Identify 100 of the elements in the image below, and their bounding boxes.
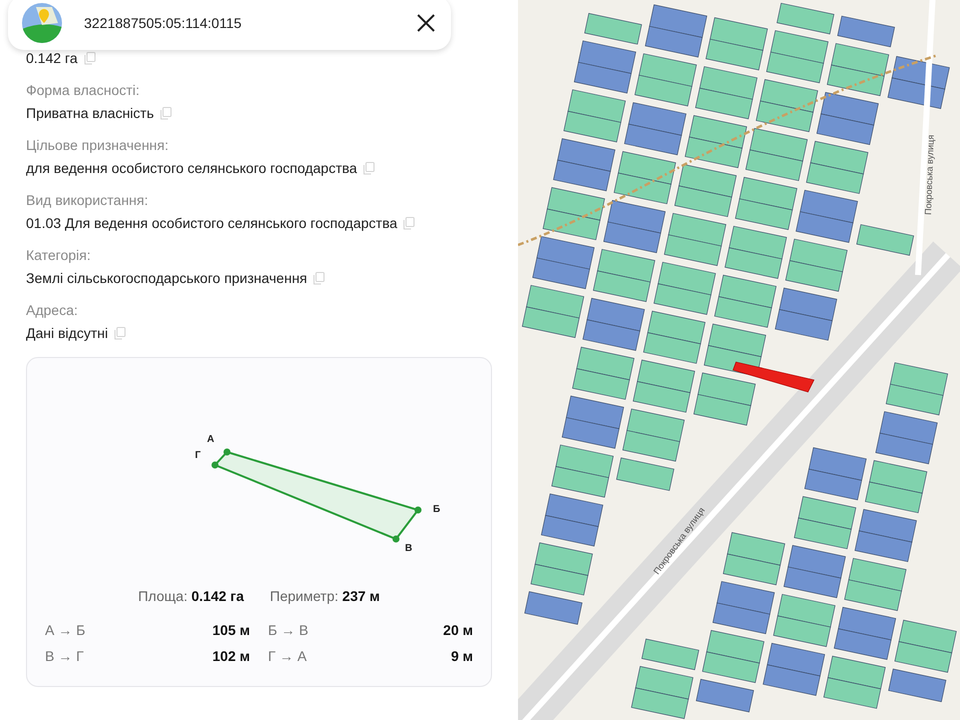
land-parcel[interactable] (826, 64, 885, 96)
land-parcel[interactable] (869, 460, 928, 494)
land-parcel[interactable] (735, 198, 793, 230)
land-parcel[interactable] (526, 284, 584, 318)
land-parcel[interactable] (745, 150, 804, 182)
land-parcel[interactable] (699, 66, 758, 100)
land-parcel[interactable] (894, 641, 952, 673)
land-parcel[interactable] (708, 324, 766, 358)
land-parcel[interactable] (603, 222, 662, 254)
land-parcel[interactable] (695, 88, 753, 120)
land-parcel[interactable] (616, 457, 674, 491)
land-parcel[interactable] (837, 16, 895, 48)
land-parcel[interactable] (536, 236, 595, 270)
land-parcel[interactable] (770, 30, 828, 64)
land-parcel[interactable] (574, 62, 632, 94)
land-parcel[interactable] (584, 13, 642, 45)
close-button[interactable] (415, 12, 437, 34)
land-parcel[interactable] (636, 360, 696, 394)
land-parcel[interactable] (556, 444, 614, 478)
land-parcel[interactable] (564, 110, 622, 142)
land-parcel[interactable] (608, 200, 666, 234)
land-parcel[interactable] (568, 89, 626, 123)
land-parcel[interactable] (698, 372, 756, 406)
land-parcel[interactable] (718, 274, 776, 308)
land-parcel[interactable] (712, 602, 770, 634)
land-parcel[interactable] (635, 666, 694, 700)
land-parcel[interactable] (654, 283, 712, 315)
land-parcel[interactable] (779, 288, 838, 322)
land-parcel[interactable] (578, 40, 636, 74)
land-parcel[interactable] (716, 581, 775, 615)
land-parcel[interactable] (702, 652, 760, 683)
land-parcel[interactable] (628, 102, 686, 136)
land-parcel[interactable] (634, 74, 692, 106)
land-parcel[interactable] (750, 128, 808, 162)
land-parcel[interactable] (644, 26, 703, 58)
land-parcel[interactable] (888, 668, 946, 702)
land-parcel[interactable] (804, 468, 862, 500)
land-parcel[interactable] (854, 530, 912, 562)
land-parcel[interactable] (658, 262, 716, 296)
land-parcel[interactable] (576, 346, 634, 380)
land-parcel[interactable] (789, 238, 848, 272)
land-parcel[interactable] (562, 417, 620, 449)
land-parcel[interactable] (800, 190, 858, 224)
land-parcel[interactable] (724, 247, 782, 279)
land-parcel[interactable] (638, 53, 697, 87)
land-parcel[interactable] (785, 260, 843, 292)
land-parcel[interactable] (838, 606, 896, 640)
land-parcel[interactable] (722, 554, 781, 586)
land-parcel[interactable] (678, 164, 737, 198)
land-parcel[interactable] (760, 79, 818, 113)
highlighted-parcel[interactable] (732, 362, 814, 392)
land-parcel[interactable] (858, 509, 917, 542)
land-parcel[interactable] (622, 430, 680, 462)
land-parcel[interactable] (788, 545, 846, 579)
land-parcel[interactable] (582, 319, 640, 351)
land-parcel[interactable] (831, 43, 890, 77)
land-parcel[interactable] (674, 186, 732, 218)
land-parcel[interactable] (784, 566, 842, 598)
land-parcel[interactable] (647, 310, 706, 344)
land-parcel[interactable] (766, 52, 824, 84)
land-parcel[interactable] (798, 496, 856, 530)
land-parcel[interactable] (532, 258, 590, 290)
land-parcel[interactable] (886, 384, 944, 416)
land-parcel[interactable] (880, 411, 938, 445)
land-parcel[interactable] (766, 642, 826, 676)
land-parcel[interactable] (844, 579, 902, 611)
land-parcel[interactable] (664, 234, 722, 266)
land-parcel[interactable] (643, 332, 701, 364)
land-parcel[interactable] (794, 518, 852, 550)
land-parcel[interactable] (626, 408, 685, 442)
land-parcel[interactable] (624, 124, 682, 156)
land-parcel[interactable] (714, 296, 772, 328)
land-parcel[interactable] (810, 140, 868, 174)
land-parcel[interactable] (776, 2, 834, 34)
land-parcel[interactable] (618, 151, 676, 185)
land-parcel[interactable] (632, 381, 690, 413)
land-parcel[interactable] (597, 248, 656, 282)
land-parcel[interactable] (796, 211, 854, 243)
land-parcel[interactable] (806, 162, 864, 194)
land-parcel[interactable] (592, 270, 651, 302)
land-parcel[interactable] (875, 432, 934, 464)
land-parcel[interactable] (534, 542, 593, 576)
land-parcel[interactable] (572, 368, 630, 400)
land-parcel[interactable] (546, 187, 605, 221)
land-parcel[interactable] (530, 564, 588, 596)
land-parcel[interactable] (828, 656, 886, 690)
land-parcel[interactable] (668, 212, 726, 246)
land-parcel[interactable] (614, 172, 672, 204)
land-parcel[interactable] (728, 226, 787, 260)
land-parcel[interactable] (566, 396, 624, 430)
land-parcel[interactable] (553, 160, 611, 192)
land-parcel[interactable] (551, 466, 610, 498)
land-parcel[interactable] (756, 100, 814, 132)
land-parcel[interactable] (816, 114, 874, 146)
land-parcel[interactable] (777, 594, 836, 628)
land-parcel[interactable] (848, 558, 906, 592)
land-parcel[interactable] (641, 638, 700, 670)
land-parcel[interactable] (696, 678, 754, 712)
land-parcel[interactable] (834, 628, 892, 660)
land-parcel[interactable] (688, 115, 748, 149)
